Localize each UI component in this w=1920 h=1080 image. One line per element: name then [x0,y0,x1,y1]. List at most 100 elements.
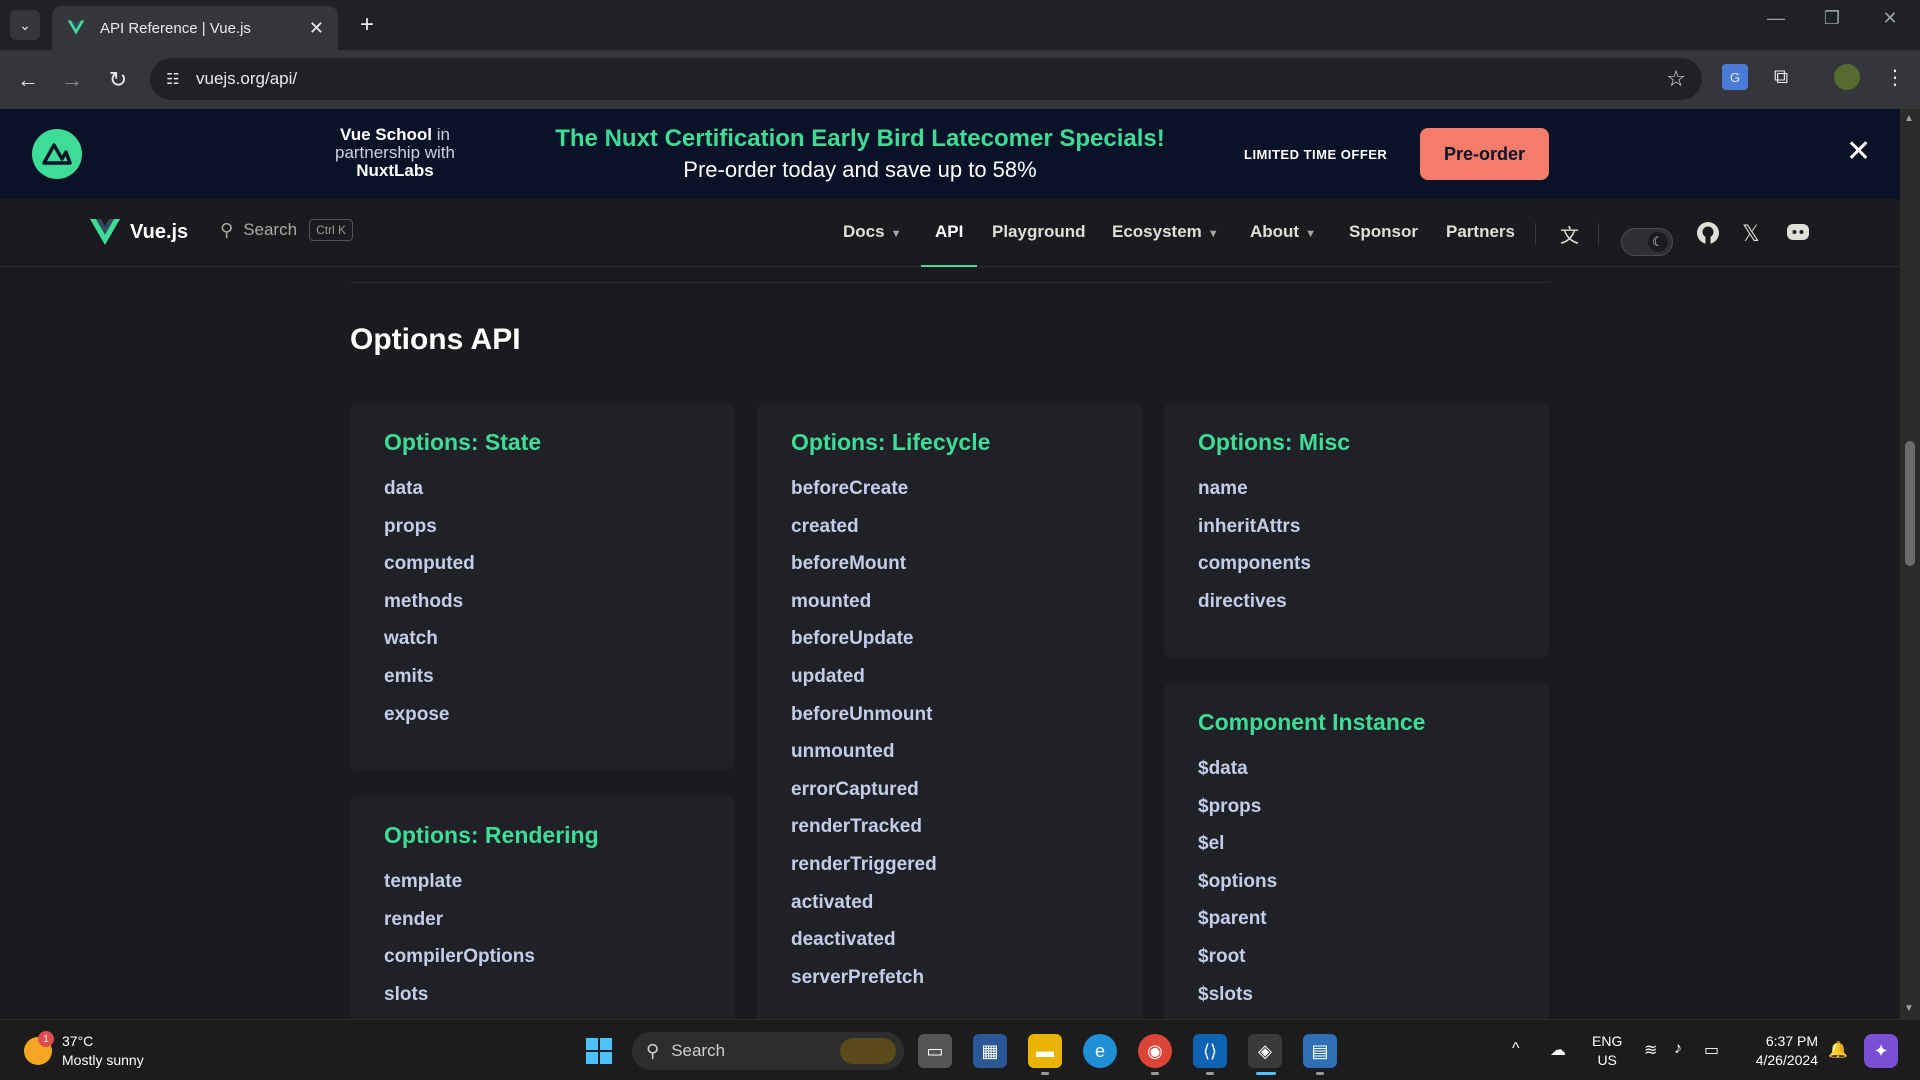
notifications-bell-icon[interactable]: 🔔 [1828,1040,1848,1060]
api-link[interactable]: computed [384,545,701,583]
nav-partners[interactable]: Partners [1446,222,1515,242]
browser-tab[interactable]: API Reference | Vue.js ✕ [52,6,338,50]
api-link[interactable]: name [1198,470,1515,508]
api-link[interactable]: props [384,508,701,546]
tray-overflow-icon[interactable]: ^ [1512,1040,1520,1058]
copilot-icon[interactable]: ✦ [1864,1034,1898,1068]
api-link[interactable]: $root [1198,938,1515,976]
api-link[interactable]: updated [791,658,1109,696]
onedrive-icon[interactable]: ☁ [1550,1040,1566,1060]
api-link[interactable]: created [791,508,1109,546]
banner-close-icon[interactable]: ✕ [1846,137,1871,167]
nav-playground[interactable]: Playground [992,222,1086,242]
api-link[interactable]: beforeUnmount [791,696,1109,734]
wifi-icon[interactable]: ≋ [1644,1040,1657,1060]
weather-widget[interactable]: 1 37°C Mostly sunny [24,1031,144,1070]
minimize-icon[interactable]: — [1756,8,1796,29]
vue-logo[interactable]: Vue.js [90,219,188,245]
browser-menu-icon[interactable]: ⋮ [1882,64,1908,90]
input-language[interactable]: ENG US [1592,1032,1622,1070]
api-link[interactable]: activated [791,884,1109,922]
api-link[interactable]: methods [384,583,701,621]
brand-name[interactable]: Vue.js [130,221,188,244]
api-link[interactable]: $options [1198,863,1515,901]
extensions-icon[interactable]: ⧉ [1768,64,1794,90]
api-link[interactable]: serverPrefetch [791,959,1109,997]
nav-sponsor[interactable]: Sponsor [1349,222,1418,242]
api-link[interactable]: expose [384,696,701,734]
api-link[interactable]: mounted [791,583,1109,621]
reload-icon[interactable]: ↻ [102,64,134,96]
dark-mode-toggle[interactable]: ☾ [1621,228,1673,256]
api-link[interactable]: renderTracked [791,808,1109,846]
restore-icon[interactable]: ❐ [1812,8,1852,29]
search-button[interactable]: ⚲ Search Ctrl K [220,219,354,241]
api-link[interactable]: data [384,470,701,508]
nav-docs[interactable]: Docs ▼ [843,222,901,242]
translate-extension-icon[interactable]: G [1722,64,1748,90]
task-view-icon[interactable]: ▭ [918,1034,952,1068]
preorder-button[interactable]: Pre-order [1420,128,1549,180]
api-link[interactable]: $slots [1198,976,1515,1014]
api-link[interactable]: emits [384,658,701,696]
section-title[interactable]: Options API [350,323,521,357]
api-link[interactable]: slots [384,976,701,1014]
card-title: Options: Misc [1198,429,1351,455]
notepad-icon[interactable]: ▤ [1303,1034,1337,1068]
new-tab-icon[interactable]: + [352,10,382,40]
url-text[interactable]: vuejs.org/api/ [196,69,297,89]
back-icon[interactable]: ← [12,64,44,96]
nav-about[interactable]: About ▼ [1250,222,1316,242]
file-explorer-icon[interactable]: ▬ [1028,1034,1062,1068]
taskbar-search[interactable]: ⚲ Search [632,1032,904,1070]
api-link[interactable]: beforeCreate [791,470,1109,508]
api-link[interactable]: $props [1198,788,1515,826]
close-window-icon[interactable]: ✕ [1870,8,1910,29]
banner-headline[interactable]: The Nuxt Certification Early Bird Lateco… [540,125,1180,153]
scroll-down-icon[interactable]: ▼ [1904,1003,1914,1014]
bookmark-star-icon[interactable]: ☆ [1666,66,1686,92]
scroll-up-icon[interactable]: ▲ [1904,113,1914,124]
api-link[interactable]: render [384,901,701,939]
python-app-icon[interactable]: ◈ [1248,1034,1282,1068]
edge-icon[interactable]: e [1083,1034,1117,1068]
nav-ecosystem[interactable]: Ecosystem ▼ [1112,222,1219,242]
chrome-icon[interactable]: ◉ [1138,1034,1172,1068]
api-link[interactable]: watch [384,620,701,658]
scrollbar-thumb[interactable] [1905,441,1915,566]
translate-icon[interactable]: 文 [1560,221,1579,248]
api-link[interactable]: renderTriggered [791,846,1109,884]
address-bar[interactable]: ☷ vuejs.org/api/ ☆ [150,58,1702,100]
api-link[interactable]: beforeUpdate [791,620,1109,658]
profile-avatar[interactable] [1834,64,1860,90]
battery-icon[interactable]: ▭ [1704,1040,1719,1060]
api-link[interactable]: template [384,863,701,901]
tab-close-icon[interactable]: ✕ [309,18,324,39]
api-link[interactable]: $parent [1198,900,1515,938]
api-link[interactable]: inheritAttrs [1198,508,1515,546]
api-link[interactable]: errorCaptured [791,771,1109,809]
api-link[interactable]: deactivated [791,921,1109,959]
vscode-icon[interactable]: ⟨⟩ [1193,1034,1227,1068]
windows-start-icon[interactable] [582,1034,616,1068]
banner-headline-block[interactable]: The Nuxt Certification Early Bird Lateco… [540,125,1180,183]
api-link[interactable]: compilerOptions [384,938,701,976]
system-clock[interactable]: 6:37 PM 4/26/2024 [1746,1032,1818,1070]
page-scrollbar[interactable]: ▲ ▼ [1900,109,1920,1019]
api-link[interactable]: $data [1198,750,1515,788]
github-icon[interactable] [1696,221,1720,251]
forward-icon[interactable]: → [56,64,88,96]
nav-api[interactable]: API [935,222,963,242]
api-link[interactable]: components [1198,545,1515,583]
volume-icon[interactable]: ♪ [1674,1040,1682,1058]
api-link[interactable]: beforeMount [791,545,1109,583]
discord-icon[interactable] [1786,221,1810,249]
x-twitter-icon[interactable]: 𝕏 [1742,221,1760,247]
site-info-icon[interactable]: ☷ [162,68,184,90]
api-link[interactable]: unmounted [791,733,1109,771]
banner-subline[interactable]: Pre-order today and save up to 58% [540,157,1180,183]
api-link[interactable]: $el [1198,825,1515,863]
store-icon[interactable]: ▦ [973,1034,1007,1068]
api-link[interactable]: directives [1198,583,1515,621]
tab-search-icon[interactable]: ⌄ [10,10,40,40]
